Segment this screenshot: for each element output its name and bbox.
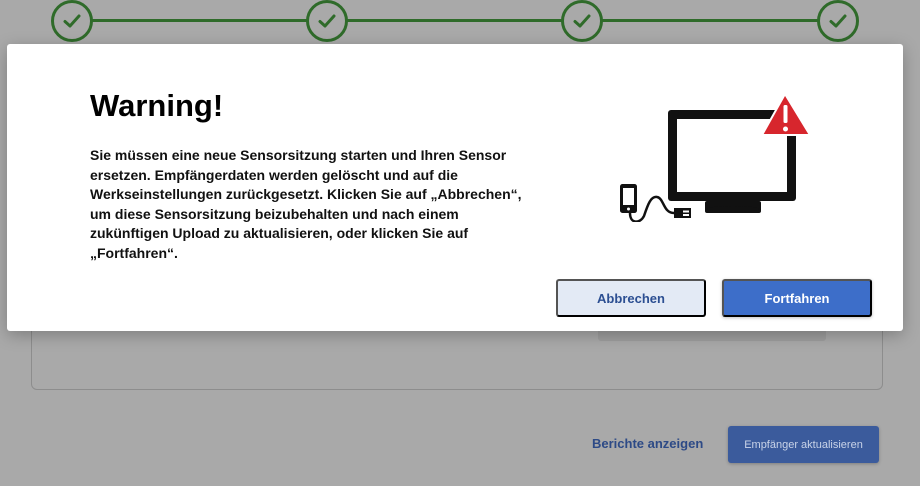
step-3-complete bbox=[561, 0, 603, 42]
cancel-button[interactable]: Abbrechen bbox=[556, 279, 706, 317]
checkmark-icon bbox=[573, 14, 591, 28]
update-receiver-button: Empfänger aktualisieren bbox=[728, 426, 879, 463]
step-2-complete bbox=[306, 0, 348, 42]
modal-message: Sie müssen eine neue Sensorsitzung start… bbox=[90, 147, 522, 261]
modal-title: Warning! bbox=[90, 88, 224, 123]
step-1-complete bbox=[51, 0, 93, 42]
continue-button[interactable]: Fortfahren bbox=[722, 279, 872, 317]
checkmark-icon bbox=[318, 14, 336, 28]
checkmark-icon bbox=[829, 14, 847, 28]
warning-modal: Warning! Sie müssen eine neue Sensorsitz… bbox=[7, 44, 903, 331]
step-4-complete bbox=[817, 0, 859, 42]
stepper-line bbox=[72, 19, 848, 22]
device-warning-illustration bbox=[620, 93, 811, 222]
phone-icon bbox=[620, 184, 637, 213]
view-reports-link: Berichte anzeigen bbox=[592, 436, 704, 451]
checkmark-icon bbox=[63, 14, 81, 28]
